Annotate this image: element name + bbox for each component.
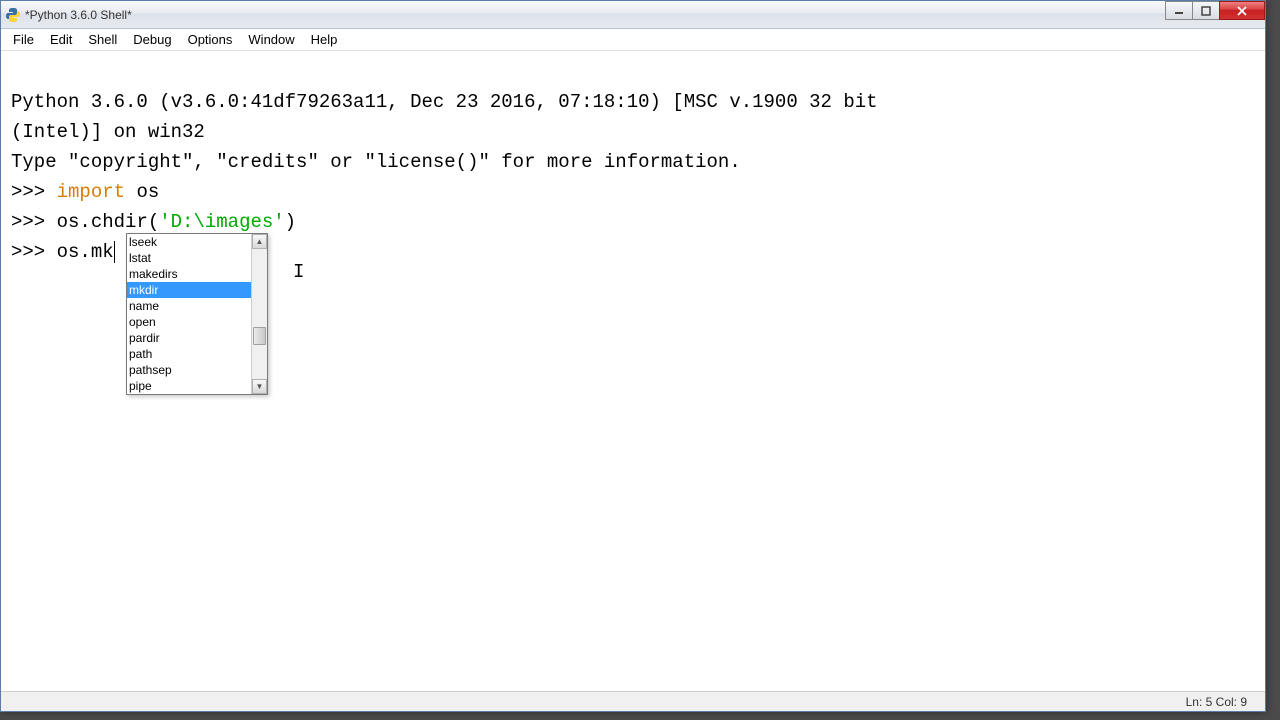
- cursor-position: Ln: 5 Col: 9: [1186, 695, 1247, 709]
- python-icon: [5, 7, 21, 23]
- autocomplete-list: lseek lstat makedirs mkdir name open par…: [127, 234, 251, 394]
- autocomplete-scrollbar[interactable]: ▲ ▼: [251, 234, 267, 394]
- code-text: os.mk: [57, 241, 114, 263]
- autocomplete-item[interactable]: lstat: [127, 250, 251, 266]
- code-text: os: [125, 181, 159, 203]
- scroll-up-icon[interactable]: ▲: [252, 234, 267, 249]
- prompt: >>>: [11, 241, 45, 263]
- text-caret: [114, 241, 115, 263]
- menu-window[interactable]: Window: [240, 30, 302, 49]
- autocomplete-item[interactable]: makedirs: [127, 266, 251, 282]
- statusbar: Ln: 5 Col: 9: [1, 691, 1265, 711]
- prompt: >>>: [11, 181, 45, 203]
- autocomplete-item[interactable]: path: [127, 346, 251, 362]
- i-beam-cursor-icon: I: [293, 257, 304, 287]
- menu-options[interactable]: Options: [180, 30, 241, 49]
- autocomplete-item[interactable]: lseek: [127, 234, 251, 250]
- autocomplete-item[interactable]: name: [127, 298, 251, 314]
- prompt: >>>: [11, 211, 45, 233]
- autocomplete-popup: lseek lstat makedirs mkdir name open par…: [126, 233, 268, 395]
- menu-debug[interactable]: Debug: [125, 30, 179, 49]
- scroll-down-icon[interactable]: ▼: [252, 379, 267, 394]
- string-literal: 'D:\images': [159, 211, 284, 233]
- close-button[interactable]: [1219, 1, 1265, 20]
- minimize-button[interactable]: [1165, 1, 1193, 20]
- code-text: os.chdir(: [57, 211, 160, 233]
- maximize-button[interactable]: [1192, 1, 1220, 20]
- menubar: File Edit Shell Debug Options Window Hel…: [1, 29, 1265, 51]
- banner-line: Python 3.6.0 (v3.6.0:41df79263a11, Dec 2…: [11, 91, 878, 113]
- menu-shell[interactable]: Shell: [80, 30, 125, 49]
- autocomplete-item[interactable]: open: [127, 314, 251, 330]
- keyword: import: [57, 181, 125, 203]
- scroll-thumb[interactable]: [253, 327, 266, 345]
- menu-file[interactable]: File: [5, 30, 42, 49]
- banner-line: (Intel)] on win32: [11, 121, 205, 143]
- window-title: *Python 3.6.0 Shell*: [25, 8, 1261, 22]
- window-controls: [1166, 1, 1265, 20]
- code-text: ): [285, 211, 296, 233]
- app-window: *Python 3.6.0 Shell* File Edit Shell Deb…: [0, 0, 1266, 712]
- autocomplete-item-selected[interactable]: mkdir: [127, 282, 251, 298]
- autocomplete-item[interactable]: pathsep: [127, 362, 251, 378]
- autocomplete-item[interactable]: pipe: [127, 378, 251, 394]
- titlebar[interactable]: *Python 3.6.0 Shell*: [1, 1, 1265, 29]
- banner-line: Type "copyright", "credits" or "license(…: [11, 151, 741, 173]
- menu-edit[interactable]: Edit: [42, 30, 80, 49]
- menu-help[interactable]: Help: [303, 30, 346, 49]
- autocomplete-item[interactable]: pardir: [127, 330, 251, 346]
